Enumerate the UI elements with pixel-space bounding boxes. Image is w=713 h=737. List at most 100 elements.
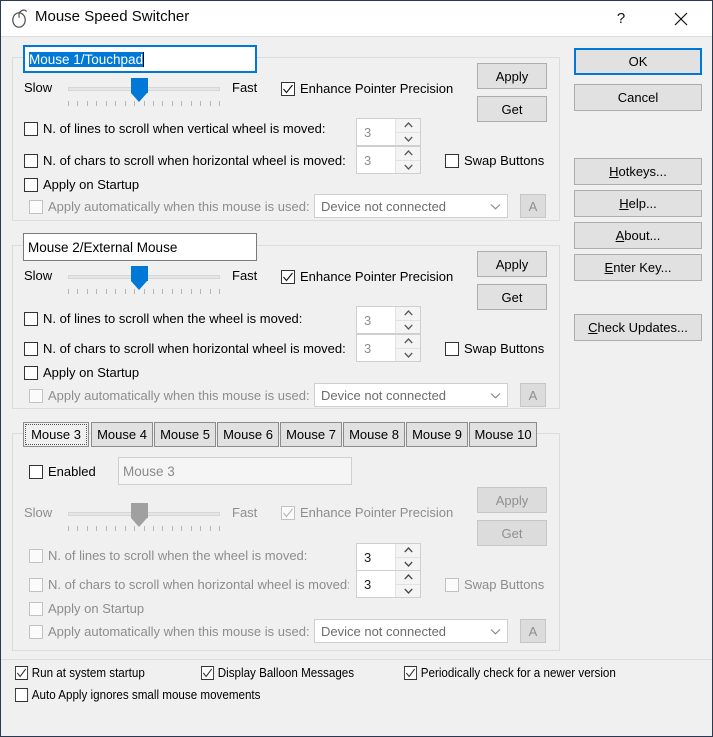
display-balloon-messages-label: Display Balloon Messages bbox=[217, 666, 355, 680]
mouse1-apply-button[interactable]: Apply bbox=[477, 63, 547, 89]
mouse1-name-value: Mouse 1/Touchpad bbox=[29, 51, 144, 67]
mouse1-slow-label: Slow bbox=[24, 80, 53, 95]
mouse2-device-value: Device not connected bbox=[321, 387, 447, 403]
mouse1-auto-a-button[interactable]: A bbox=[520, 194, 546, 218]
chevron-down-icon[interactable] bbox=[483, 203, 507, 210]
mouse1-device-combo[interactable]: Device not connected bbox=[314, 194, 508, 218]
enter-key-button[interactable]: Enter Key... bbox=[574, 254, 702, 281]
mouse3-apply-label: Apply bbox=[495, 492, 529, 508]
mouse2-enhance-pointer-precision-checkbox[interactable]: Enhance Pointer Precision bbox=[281, 269, 453, 284]
slider-thumb[interactable] bbox=[130, 78, 148, 102]
spinner-up-icon[interactable] bbox=[396, 119, 420, 133]
cancel-button[interactable]: Cancel bbox=[574, 84, 702, 111]
cancel-label: Cancel bbox=[617, 90, 659, 105]
mouse1-swap-buttons-checkbox[interactable]: Swap Buttons bbox=[445, 153, 544, 168]
display-balloon-messages-checkbox[interactable]: Display Balloon Messages bbox=[201, 666, 354, 680]
mouse3-enabled-checkbox[interactable]: Enabled bbox=[29, 464, 96, 479]
help-titlebar-button[interactable]: ? bbox=[598, 1, 644, 36]
mouse2-swap-buttons-checkbox[interactable]: Swap Buttons bbox=[445, 341, 544, 356]
spinner-arrows[interactable] bbox=[395, 571, 420, 597]
question-mark-icon: ? bbox=[616, 10, 626, 27]
mouse1-fast-label: Fast bbox=[232, 80, 258, 95]
mouse1-swap-label: Swap Buttons bbox=[464, 153, 545, 168]
mouse3-startup-label: Apply on Startup bbox=[48, 601, 145, 616]
mouse2-auto-a-button[interactable]: A bbox=[520, 383, 546, 407]
mouse3-name-input[interactable]: Mouse 3 bbox=[118, 457, 352, 485]
slider-thumb[interactable] bbox=[130, 266, 148, 290]
spinner-down-icon[interactable] bbox=[396, 320, 420, 333]
tab-mouse-6[interactable]: Mouse 6 bbox=[217, 422, 279, 447]
hotkeys-button[interactable]: Hotkeys... bbox=[574, 158, 702, 185]
spinner-down-icon[interactable] bbox=[396, 132, 420, 145]
spinner-arrows[interactable] bbox=[395, 119, 420, 145]
checkbox-box bbox=[24, 121, 38, 136]
mouse1-speed-slider[interactable] bbox=[68, 78, 220, 110]
mouse1-lines-scroll-checkbox[interactable]: N. of lines to scroll when vertical whee… bbox=[24, 121, 354, 136]
mouse1-apply-on-startup-checkbox[interactable]: Apply on Startup bbox=[24, 177, 139, 192]
mouse1-a-label: A bbox=[528, 198, 538, 214]
spinner-down-icon[interactable] bbox=[396, 584, 420, 597]
tab-mouse-10[interactable]: Mouse 10 bbox=[469, 422, 537, 447]
periodic-version-check-checkbox[interactable]: Periodically check for a newer version bbox=[404, 666, 616, 680]
mouse2-apply-on-startup-checkbox[interactable]: Apply on Startup bbox=[24, 365, 139, 380]
spinner-up-icon[interactable] bbox=[396, 335, 420, 349]
checkbox-box bbox=[281, 81, 295, 96]
mouse1-name-input[interactable]: Mouse 1/Touchpad bbox=[23, 45, 257, 73]
spinner-arrows[interactable] bbox=[395, 335, 420, 361]
mouse2-auto-apply-checkbox[interactable]: Apply automatically when this mouse is u… bbox=[29, 388, 310, 403]
auto-apply-ignore-label: Auto Apply ignores small mouse movements bbox=[31, 688, 261, 702]
mouse2-apply-button[interactable]: Apply bbox=[477, 251, 547, 277]
chevron-down-icon[interactable] bbox=[483, 392, 507, 399]
mouse3-apply-on-startup-checkbox: Apply on Startup bbox=[29, 601, 144, 616]
mouse3-chars-spinner[interactable]: 3 bbox=[356, 570, 421, 598]
mouse2-name-input[interactable]: Mouse 2/External Mouse bbox=[23, 233, 257, 261]
spinner-down-icon[interactable] bbox=[396, 557, 420, 570]
tab-mouse-7[interactable]: Mouse 7 bbox=[280, 422, 342, 447]
spinner-up-icon[interactable] bbox=[396, 147, 420, 161]
mouse3-lines-label: N. of lines to scroll when the wheel is … bbox=[48, 548, 308, 563]
mouse2-lines-spinner[interactable]: 3 bbox=[356, 306, 421, 334]
tab-mouse-4[interactable]: Mouse 4 bbox=[91, 422, 153, 447]
mouse1-chars-scroll-checkbox[interactable]: N. of chars to scroll when horizontal wh… bbox=[24, 153, 349, 168]
spinner-arrows[interactable] bbox=[395, 307, 420, 333]
spinner-arrows[interactable] bbox=[395, 544, 420, 570]
spinner-down-icon[interactable] bbox=[396, 348, 420, 361]
mouse1-auto-apply-checkbox[interactable]: Apply automatically when this mouse is u… bbox=[29, 199, 310, 214]
spinner-arrows[interactable] bbox=[395, 147, 420, 173]
run-at-system-startup-checkbox[interactable]: Run at system startup bbox=[15, 666, 145, 680]
mouse2-speed-slider[interactable] bbox=[68, 266, 220, 298]
mouse3-enhance-pointer-precision-checkbox: Enhance Pointer Precision bbox=[281, 505, 453, 520]
ok-button[interactable]: OK bbox=[574, 48, 702, 75]
mouse3-slow-label: Slow bbox=[24, 505, 53, 520]
mouse1-lines-spinner[interactable]: 3 bbox=[356, 118, 421, 146]
mouse3-lines-value: 3 bbox=[364, 549, 372, 565]
mouse2-lines-scroll-checkbox[interactable]: N. of lines to scroll when the wheel is … bbox=[24, 311, 354, 326]
chevron-down-icon[interactable] bbox=[483, 628, 507, 635]
check-updates-button[interactable]: Check Updates... bbox=[574, 314, 702, 341]
spinner-down-icon[interactable] bbox=[396, 160, 420, 173]
mouse3-auto-a-button[interactable]: A bbox=[520, 619, 546, 643]
spinner-up-icon[interactable] bbox=[396, 307, 420, 321]
tab-mouse-9[interactable]: Mouse 9 bbox=[406, 422, 468, 447]
help-label: Help... bbox=[619, 196, 657, 211]
mouse2-chars-spinner[interactable]: 3 bbox=[356, 334, 421, 362]
spinner-up-icon[interactable] bbox=[396, 544, 420, 558]
periodic-version-check-label: Periodically check for a newer version bbox=[420, 666, 616, 680]
mouse3-device-combo[interactable]: Device not connected bbox=[314, 619, 508, 643]
mouse1-get-button[interactable]: Get bbox=[477, 96, 547, 122]
tab-mouse-3[interactable]: Mouse 3 bbox=[23, 422, 89, 447]
auto-apply-ignore-small-movements-checkbox[interactable]: Auto Apply ignores small mouse movements bbox=[15, 688, 260, 702]
mouse2-device-combo[interactable]: Device not connected bbox=[314, 383, 508, 407]
mouse1-chars-spinner[interactable]: 3 bbox=[356, 146, 421, 174]
tab-mouse-8[interactable]: Mouse 8 bbox=[343, 422, 405, 447]
text-caret bbox=[143, 51, 145, 67]
mouse2-get-button[interactable]: Get bbox=[477, 284, 547, 310]
about-button[interactable]: About... bbox=[574, 222, 702, 249]
help-button[interactable]: Help... bbox=[574, 190, 702, 217]
close-button[interactable] bbox=[658, 1, 704, 36]
spinner-up-icon[interactable] bbox=[396, 571, 420, 585]
mouse2-chars-scroll-checkbox[interactable]: N. of chars to scroll when horizontal wh… bbox=[24, 341, 349, 356]
tab-mouse-5[interactable]: Mouse 5 bbox=[154, 422, 216, 447]
mouse3-lines-spinner[interactable]: 3 bbox=[356, 543, 421, 571]
mouse1-enhance-pointer-precision-checkbox[interactable]: Enhance Pointer Precision bbox=[281, 81, 453, 96]
